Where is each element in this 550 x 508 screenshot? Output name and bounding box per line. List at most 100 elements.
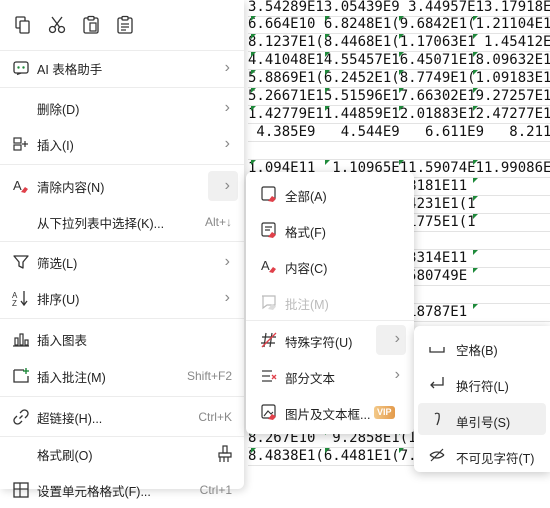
menu-item-label: 从下拉列表中选择(K)... [37, 216, 165, 231]
cell-format-icon [12, 481, 30, 499]
error-indicator-icon [325, 52, 330, 57]
submenu-item-label: 特殊字符(U) [285, 336, 353, 350]
divider [0, 318, 244, 319]
error-indicator-icon [473, 214, 478, 219]
eraser-icon: A [12, 177, 30, 195]
filter-icon [12, 253, 30, 271]
chevron-right-icon: › [224, 135, 230, 152]
submenu-item-label: 空格(B) [456, 344, 498, 358]
sheet-row[interactable]: 4.385E9 4.544E9 6.611E9 8.211E9 9 [248, 123, 550, 142]
invisible-chars-icon [428, 446, 446, 464]
error-indicator-icon [473, 70, 478, 75]
link-icon [12, 408, 30, 426]
submenu-item-label: 单引号(S) [456, 416, 511, 430]
error-indicator-icon [251, 52, 256, 57]
submenu-item-single-quote[interactable]: 单引号(S) [418, 403, 546, 435]
divider [0, 241, 244, 242]
menu-item-label: 插入图表 [37, 333, 88, 348]
svg-text:Z: Z [12, 299, 17, 307]
submenu-item-clear-content[interactable]: A 内容(C) [246, 248, 414, 284]
error-indicator-icon [251, 160, 256, 165]
submenu-item-label: 批注(M) [285, 298, 329, 312]
menu-item-label: AI 表格助手 [37, 62, 103, 77]
shortcut-label: Shift+F2 [186, 369, 232, 383]
menu-item-insert-chart[interactable]: 插入图表 [0, 321, 244, 357]
shortcut-label: Ctrl+1 [199, 483, 232, 497]
submenu-item-partial-text[interactable]: 部分文本 › [246, 358, 414, 394]
submenu-item-label: 部分文本 [285, 372, 336, 386]
error-indicator-icon [399, 52, 404, 57]
menu-item-format-painter[interactable]: 格式刷(O) [0, 436, 244, 472]
error-indicator-icon [473, 34, 478, 39]
error-indicator-icon [325, 70, 330, 75]
submenu-item-clear-format[interactable]: 格式(F) [246, 212, 414, 248]
clear-comment-icon [260, 293, 278, 311]
submenu-item-clear-all[interactable]: 全部(A) [246, 176, 414, 212]
error-indicator-icon [399, 70, 404, 75]
format-painter-icon[interactable] [216, 445, 234, 463]
menu-item-label: 清除内容(N) [37, 180, 105, 195]
submenu-item-label: 换行符(L) [456, 380, 509, 394]
sort-icon: AZ [12, 289, 30, 307]
submenu-item-space[interactable]: 空格(B) [418, 331, 546, 363]
submenu-item-label: 图片及文本框... [285, 408, 371, 422]
error-indicator-icon [473, 196, 478, 201]
paste-icon[interactable] [79, 13, 103, 37]
error-indicator-icon [473, 106, 478, 111]
error-indicator-icon [399, 88, 404, 93]
chevron-right-icon: › [224, 177, 230, 194]
partial-text-icon [260, 367, 278, 385]
ai-assistant-icon [12, 59, 30, 77]
submenu-item-special-chars[interactable]: 特殊字符(U) › [246, 322, 414, 358]
clear-format-icon [260, 221, 278, 239]
special-chars-submenu: 空格(B) 换行符(L) 单引号(S) 不可见字符(T) [414, 326, 550, 472]
menu-item-label: 超链接(H)... [37, 411, 103, 426]
submenu-item-invisible-chars[interactable]: 不可见字符(T) [418, 439, 546, 471]
submenu-item-pictures-textboxes[interactable]: 图片及文本框... VIP [246, 394, 414, 430]
error-indicator-icon [251, 88, 256, 93]
menu-item-insert-comment[interactable]: 插入批注(M) Shift+F2 [0, 358, 244, 394]
submenu-item-line-break[interactable]: 换行符(L) [418, 367, 546, 399]
clear-content-submenu: 全部(A) 格式(F) A 内容(C) 批注(M) 特殊字符(U) › 部分文本… [246, 172, 414, 434]
error-indicator-icon [399, 16, 404, 21]
error-indicator-icon [399, 160, 404, 165]
menu-item-label: 删除(D) [37, 102, 80, 117]
menu-item-hyperlink[interactable]: 超链接(H)... Ctrl+K [0, 399, 244, 435]
svg-text:A: A [13, 178, 22, 193]
chevron-right-icon: › [224, 253, 230, 270]
chevron-right-icon: › [394, 330, 400, 347]
menu-item-sort[interactable]: AZ 排序(U) › [0, 280, 244, 316]
error-indicator-icon [325, 160, 330, 165]
submenu-item-clear-comment: 批注(M) [246, 284, 414, 320]
menu-item-ai-assistant[interactable]: AI 表格助手 › [0, 50, 244, 86]
sheet-row[interactable] [248, 141, 550, 160]
cut-icon[interactable] [45, 13, 69, 37]
error-indicator-icon [251, 448, 256, 453]
paste-special-icon[interactable] [113, 13, 137, 37]
error-indicator-icon [473, 304, 478, 309]
copy-icon[interactable] [11, 13, 35, 37]
shortcut-label: Ctrl+K [198, 410, 232, 424]
context-menu: AI 表格助手 › 删除(D) › 插入(I) › A 清除内容(N) › 从下… [0, 0, 244, 499]
divider [0, 396, 244, 397]
insert-cells-icon [12, 135, 30, 153]
submenu-item-label: 内容(C) [285, 262, 328, 276]
menu-item-insert[interactable]: 插入(I) › [0, 126, 244, 162]
chevron-right-icon: › [224, 59, 230, 76]
error-indicator-icon [473, 268, 478, 273]
menu-item-pick-from-list[interactable]: 从下拉列表中选择(K)... Alt+↓ [0, 204, 244, 240]
error-indicator-icon [251, 106, 256, 111]
chevron-right-icon: › [394, 366, 400, 383]
menu-item-cell-format[interactable]: 设置单元格格式(F)... Ctrl+1 [0, 472, 244, 508]
error-indicator-icon [251, 70, 256, 75]
clear-all-icon [260, 185, 278, 203]
error-indicator-icon [473, 88, 478, 93]
clipboard-toolbar [0, 0, 244, 51]
menu-item-delete[interactable]: 删除(D) › [0, 90, 244, 126]
menu-item-filter[interactable]: 筛选(L) › [0, 244, 244, 280]
menu-item-label: 格式刷(O) [37, 448, 93, 463]
submenu-item-label: 格式(F) [285, 226, 326, 240]
menu-item-clear-content[interactable]: A 清除内容(N) › [0, 168, 244, 204]
picture-icon [260, 403, 278, 421]
error-indicator-icon [399, 106, 404, 111]
